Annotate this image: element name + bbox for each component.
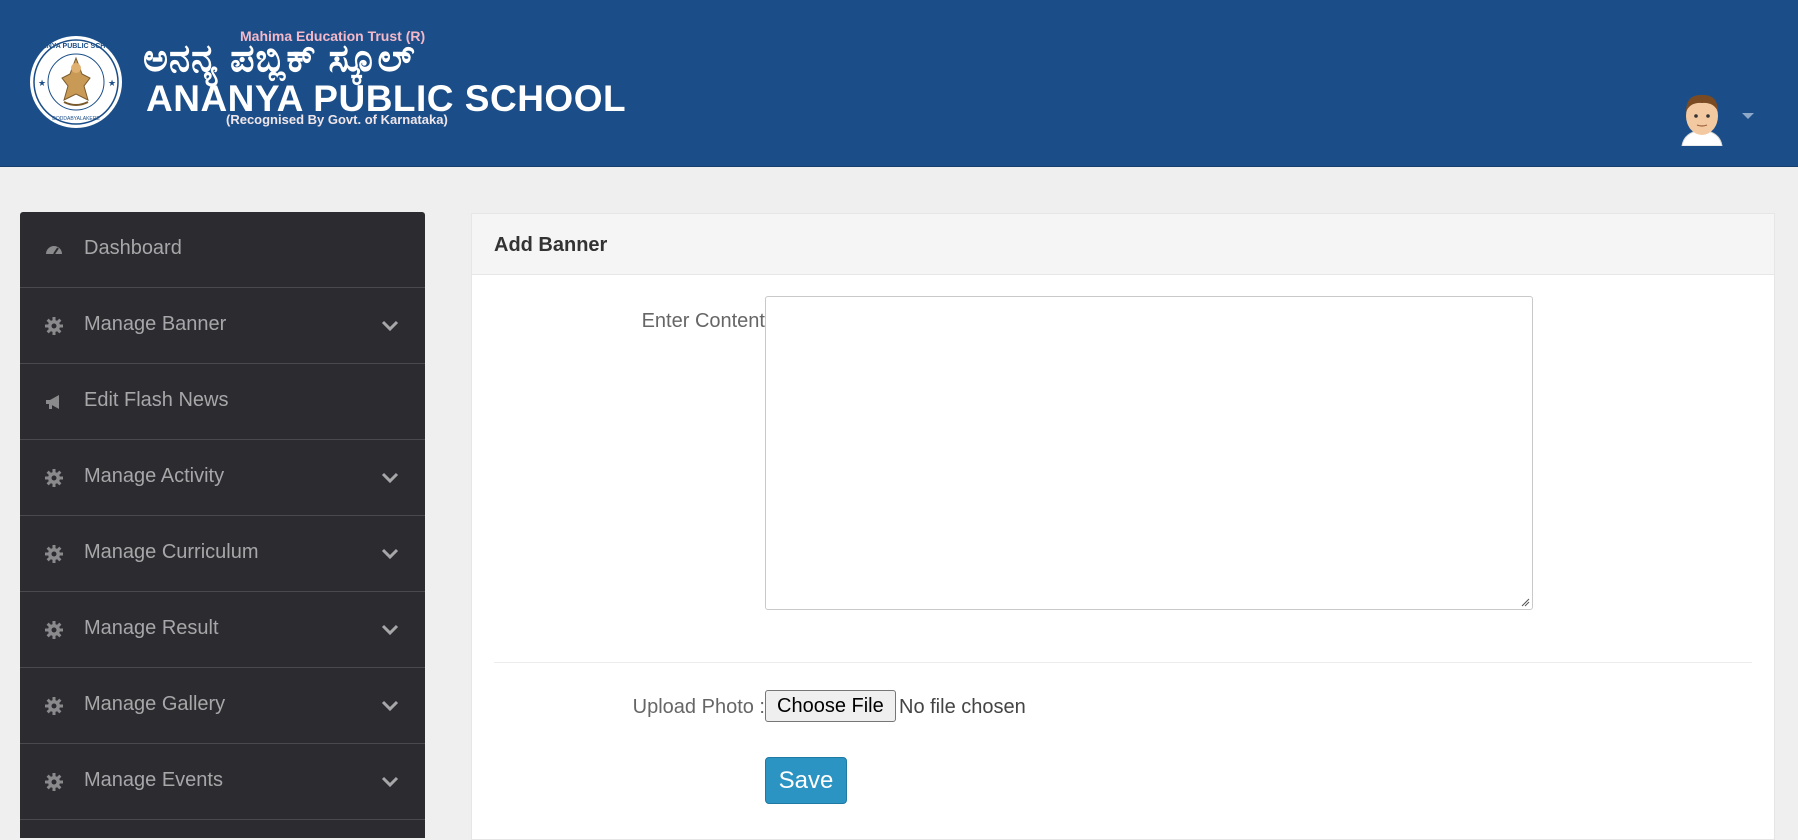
megaphone-icon xyxy=(46,395,59,409)
upload-label: Upload Photo : xyxy=(632,696,765,718)
choose-file-button[interactable]: Choose File xyxy=(765,690,896,722)
sidebar-item-manage-banner[interactable]: Manage Banner xyxy=(20,288,425,364)
save-button[interactable]: Save xyxy=(765,757,847,804)
gear-icon xyxy=(45,317,63,335)
sidebar-item-manage-result[interactable]: Manage Result xyxy=(20,592,425,668)
add-banner-panel: Add Banner Enter Content Upload Photo : … xyxy=(471,213,1775,840)
sidebar-item-manage-curriculum[interactable]: Manage Curriculum xyxy=(20,516,425,592)
sidebar-item-label: Dashboard xyxy=(84,237,182,259)
content-textarea[interactable] xyxy=(765,296,1533,610)
sidebar-item-label: Manage Gallery xyxy=(84,693,226,715)
sidebar-item-manage-gallery[interactable]: Manage Gallery xyxy=(20,668,425,744)
sidebar-item-manage-activity[interactable]: Manage Activity xyxy=(20,440,425,516)
gear-icon xyxy=(45,545,63,563)
content-label: Enter Content xyxy=(641,310,765,332)
sidebar-item-label: Manage Banner xyxy=(84,313,227,335)
sidebar-item-dashboard[interactable]: Dashboard xyxy=(20,212,425,288)
chevron-down-icon xyxy=(381,548,399,560)
user-menu-caret-icon[interactable] xyxy=(1742,113,1754,119)
user-avatar[interactable] xyxy=(1676,90,1728,146)
sidebar-item-edit-flash-news[interactable]: Edit Flash News xyxy=(20,364,425,440)
gear-icon xyxy=(45,469,63,487)
file-status-text: No file chosen xyxy=(899,696,1026,718)
dashboard-icon xyxy=(46,246,62,255)
panel-header: Add Banner xyxy=(472,214,1774,275)
chevron-down-icon xyxy=(381,776,399,788)
chevron-down-icon xyxy=(381,624,399,636)
chevron-down-icon xyxy=(381,472,399,484)
school-name-kannada: ಅನನ್ಯ ಪಬ್ಲಿಕ್ ಸ್ಕೂಲ್ xyxy=(143,38,416,80)
svg-text:ANANYA PUBLIC SCHOOL: ANANYA PUBLIC SCHOOL xyxy=(32,43,122,50)
sidebar-item-label: Manage Curriculum xyxy=(84,541,259,563)
school-seal-logo: ANANYA PUBLIC SCHOOL ★ ★ DODDABYALAKERE xyxy=(30,36,122,128)
sidebar-item-manage-events[interactable]: Manage Events xyxy=(20,744,425,820)
gear-icon xyxy=(45,773,63,791)
chevron-down-icon xyxy=(381,700,399,712)
sidebar-item-label: Manage Result xyxy=(84,617,219,639)
sidebar-nav: Dashboard Manage Banner Edit Flash News … xyxy=(20,212,425,838)
gear-icon xyxy=(45,697,63,715)
chevron-down-icon xyxy=(381,320,399,332)
gear-icon xyxy=(45,621,63,639)
svg-text:★: ★ xyxy=(38,78,46,88)
site-header: ANANYA PUBLIC SCHOOL ★ ★ DODDABYALAKERE … xyxy=(0,0,1798,167)
sidebar-item-label: Manage Events xyxy=(84,769,223,791)
recognition-note: (Recognised By Govt. of Karnataka) xyxy=(226,112,448,127)
sidebar-item-label: Manage Activity xyxy=(84,465,225,487)
form-divider xyxy=(494,662,1752,663)
sidebar-item-label: Edit Flash News xyxy=(84,389,229,411)
svg-text:DODDABYALAKERE: DODDABYALAKERE xyxy=(52,116,100,122)
resize-handle-icon[interactable] xyxy=(1520,597,1530,607)
page-title: Add Banner xyxy=(494,234,608,256)
svg-text:★: ★ xyxy=(108,78,116,88)
